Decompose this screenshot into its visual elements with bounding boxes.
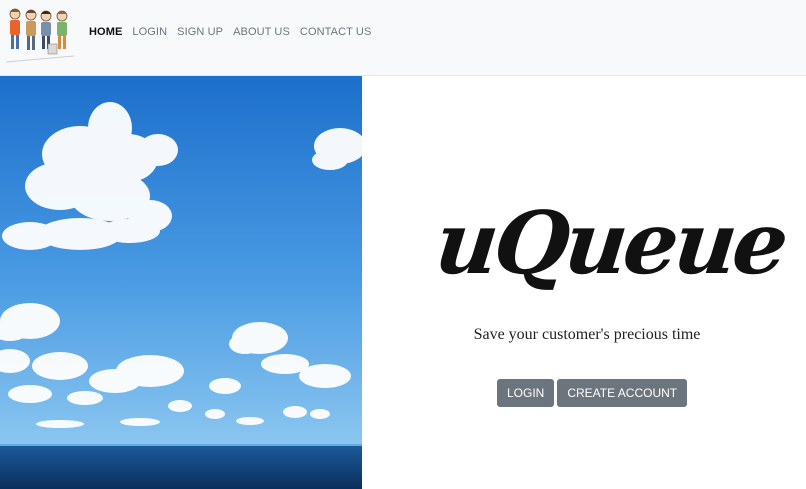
sky-sea-illustration xyxy=(0,76,362,489)
nav-about-us[interactable]: ABOUT US xyxy=(233,26,290,38)
uqueue-logo-text: uQueue xyxy=(430,193,790,294)
brand-logo-queue-people-icon[interactable] xyxy=(4,4,76,64)
queue-people-icon xyxy=(5,8,75,63)
nav-sign-up[interactable]: SIGN UP xyxy=(177,26,223,38)
tagline: Save your customer's precious time xyxy=(473,326,701,343)
cta-buttons: LOGIN CREATE ACCOUNT xyxy=(497,379,688,407)
main-nav: HOME LOGIN SIGN UP ABOUT US CONTACT US xyxy=(89,26,381,38)
hero-content: uQueue Save your customer's precious tim… xyxy=(362,76,806,489)
nav-contact-us[interactable]: CONTACT US xyxy=(300,26,372,38)
nav-home[interactable]: HOME xyxy=(89,26,122,38)
nav-login[interactable]: LOGIN xyxy=(132,26,167,38)
login-button[interactable]: LOGIN xyxy=(497,379,555,407)
create-account-button[interactable]: CREATE ACCOUNT xyxy=(557,379,688,407)
navbar: HOME LOGIN SIGN UP ABOUT US CONTACT US xyxy=(0,0,806,76)
sky-sea-hero-image xyxy=(0,76,362,489)
